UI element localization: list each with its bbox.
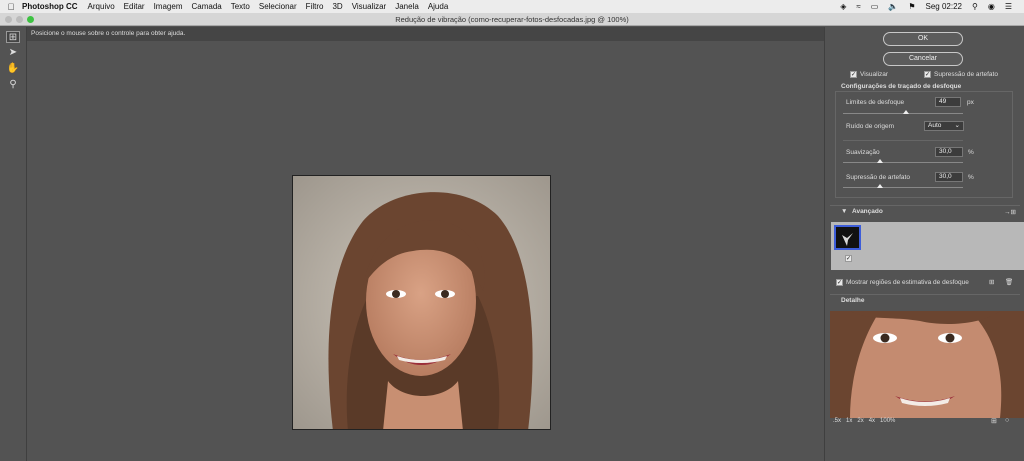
menu-3d[interactable]: 3D [332,2,342,11]
smoothing-field[interactable]: 30,0 [935,147,963,157]
smoothing-slider[interactable] [843,162,963,163]
blur-limit-unit: px [967,99,974,106]
clock[interactable]: Seg 02:22 [926,2,962,11]
tool-panel: ⊞ ➤ ✋ ⚲ [0,27,27,461]
artifact-field[interactable]: 30,0 [935,172,963,182]
zoom-button[interactable] [27,16,34,23]
menu-list-icon[interactable]: ☰ [1005,2,1012,11]
portrait-image [293,176,550,429]
app-menu[interactable]: Photoshop CC [22,2,78,11]
show-regions-checkbox[interactable]: ✓ Mostrar regiões de estimativa de desfo… [836,279,969,286]
user-icon[interactable]: ◉ [988,2,995,11]
disclosure-triangle-icon[interactable]: ▼ [841,208,847,215]
blur-limit-slider-thumb[interactable] [903,110,909,114]
preview-checkbox[interactable]: ✓ Visualizar [850,71,888,78]
macos-menubar:  Photoshop CC Arquivo Editar Imagem Cam… [0,0,1024,13]
ok-button[interactable]: OK [883,32,963,46]
zoom-4x[interactable]: 4x [869,418,875,424]
smoothing-slider-thumb[interactable] [877,159,883,163]
cast-icon[interactable]: ▭ [871,2,879,11]
cancel-button[interactable]: Cancelar [883,52,963,66]
trace-settings-group [835,91,1013,198]
zoom-controls: .5x 1x 2x 4x 100% [833,418,895,424]
menu-camada[interactable]: Camada [191,2,221,11]
menu-janela[interactable]: Janela [395,2,419,11]
zoom-100[interactable]: 100% [880,418,895,424]
detail-image [830,311,1024,418]
artifact-slider[interactable] [843,187,963,188]
window-title: Redução de vibração (como-recuperar-foto… [395,15,629,24]
close-button[interactable] [5,16,12,23]
add-region-icon[interactable]: ⊞ [989,278,994,286]
trace-settings-title: Configurações de traçado de desfoque [841,83,962,90]
dropbox-icon[interactable]: ◈ [840,2,846,11]
menu-texto[interactable]: Texto [231,2,250,11]
trash-icon[interactable]: 🗑 [1005,278,1013,286]
menu-filtro[interactable]: Filtro [306,2,324,11]
checkbox-checked-icon[interactable]: ✓ [845,255,852,262]
zoom-0-5x[interactable]: .5x [833,418,841,424]
window-controls [5,16,34,23]
advanced-header[interactable]: ▼ Avançado →⊞ [830,205,1020,217]
divider [843,140,963,141]
window-titlebar: Redução de vibração (como-recuperar-foto… [0,13,1024,26]
menu-arquivo[interactable]: Arquivo [88,2,115,11]
divider [830,294,1020,295]
artifact-unit: % [968,174,974,181]
volume-icon[interactable]: 🔈 [888,2,898,11]
smoothing-label: Suavização [846,149,880,156]
checkbox-checked-icon[interactable]: ✓ [924,71,931,78]
checkbox-checked-icon[interactable]: ✓ [836,279,843,286]
source-noise-label: Ruído de origem [846,123,895,130]
blur-trace-thumbnail[interactable] [834,225,861,250]
artifact-slider-thumb[interactable] [877,184,883,188]
menu-ajuda[interactable]: Ajuda [428,2,448,11]
settings-panel: OK Cancelar ✓ Visualizar ✓ Supressão de … [824,27,1024,461]
flag-icon[interactable]: ⚑ [908,2,915,11]
detail-title: Detalhe [841,297,865,304]
advanced-title: Avançado [852,208,883,215]
menu-visualizar[interactable]: Visualizar [352,2,387,11]
checkbox-checked-icon[interactable]: ✓ [850,71,857,78]
menu-editar[interactable]: Editar [124,2,145,11]
hand-tool-icon[interactable]: ✋ [6,63,20,75]
chevron-down-icon: ⌄ [954,122,960,129]
artifact-suppression-checkbox[interactable]: ✓ Supressão de artefato [924,71,998,78]
detail-refresh-icon[interactable]: ○ [1005,417,1009,424]
zoom-tool-icon[interactable]: ⚲ [6,79,20,91]
preview-label: Visualizar [860,71,889,78]
minimize-button[interactable] [16,16,23,23]
add-icon[interactable]: →⊞ [1004,208,1016,216]
zoom-1x[interactable]: 1x [846,418,852,424]
help-bar: Posicione o mouse sobre o controle para … [27,27,824,41]
blur-trace-tool-icon[interactable]: ⊞ [6,31,20,43]
show-regions-label: Mostrar regiões de estimativa de desfoqu… [846,279,969,286]
detail-preview[interactable] [830,311,1024,418]
blur-trace-list[interactable]: ✓ [831,222,1024,270]
preview-photo[interactable] [292,175,551,430]
menu-selecionar[interactable]: Selecionar [259,2,297,11]
source-noise-value: Auto [928,122,942,129]
wifi-icon[interactable]: ≈ [856,2,860,11]
status-area: ◈ ≈ ▭ 🔈 ⚑ Seg 02:22 ⚲ ◉ ☰ [840,0,1012,13]
artifact-label: Supressão de artefato [846,174,910,181]
zoom-2x[interactable]: 2x [857,418,863,424]
lasso-tool-icon[interactable]: ➤ [6,47,20,59]
smoothing-unit: % [968,149,974,156]
blur-limit-label: Limites de desfoque [846,99,905,106]
blur-trace-shape [842,233,853,246]
detail-pin-icon[interactable]: ⊞ [991,417,997,425]
source-noise-select[interactable]: Auto ⌄ [924,121,964,131]
blur-limit-field[interactable]: 49 [935,97,961,107]
apple-menu-icon[interactable]:  [0,2,22,12]
search-icon[interactable]: ⚲ [972,2,978,11]
artifact-suppression-label: Supressão de artefato [934,71,998,78]
menu-imagem[interactable]: Imagem [154,2,183,11]
